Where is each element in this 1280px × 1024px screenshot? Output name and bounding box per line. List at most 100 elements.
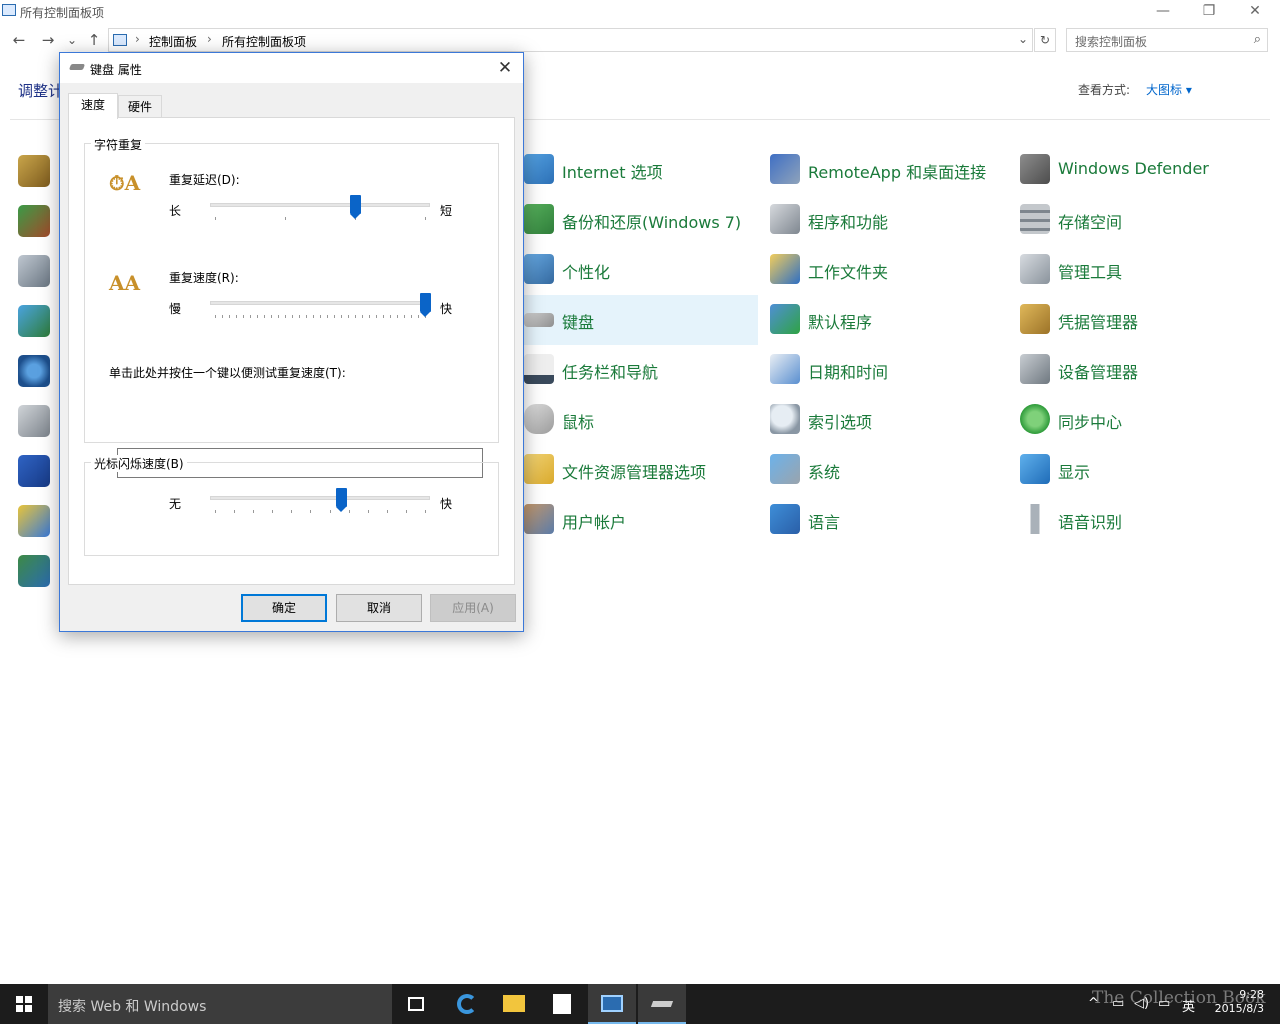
slider-tick xyxy=(425,217,426,220)
chevron-down-icon[interactable]: ⌄ xyxy=(1018,32,1028,46)
item-remoteapp[interactable]: RemoteApp 和桌面连接 xyxy=(766,145,1006,193)
slider-thumb[interactable] xyxy=(419,293,431,317)
slider-tick xyxy=(383,315,384,318)
breadcrumb-all-items[interactable]: 所有控制面板项 xyxy=(222,33,306,50)
slider-tick xyxy=(222,315,223,318)
control-panel-taskbar-button[interactable] xyxy=(588,984,636,1024)
refresh-button[interactable]: ↻ xyxy=(1034,28,1056,52)
repeat-rate-slider[interactable] xyxy=(210,293,431,331)
back-arrow-icon[interactable]: ← xyxy=(9,30,29,50)
store-button[interactable] xyxy=(538,984,586,1024)
firewall-icon[interactable] xyxy=(18,205,50,237)
tab-hardware[interactable]: 硬件 xyxy=(118,95,162,119)
ease-of-access-icon[interactable] xyxy=(18,355,50,387)
forward-arrow-icon[interactable]: → xyxy=(38,30,58,50)
network-center-icon[interactable] xyxy=(18,455,50,487)
slider-tick xyxy=(405,510,407,513)
phone-modem-icon[interactable] xyxy=(18,255,50,287)
task-view-icon xyxy=(408,997,424,1011)
item-speech-recognition[interactable]: 语音识别 xyxy=(1016,495,1256,543)
minimize-button[interactable]: — xyxy=(1140,0,1186,24)
item-user-accounts[interactable]: 用户帐户 xyxy=(520,495,758,543)
slider-tick xyxy=(257,315,258,318)
color-management-icon[interactable] xyxy=(18,505,50,537)
item-storage-spaces[interactable]: 存储空间 xyxy=(1016,195,1256,243)
address-bar[interactable]: › 控制面板 › 所有控制面板项 ⌄ xyxy=(108,28,1033,52)
dialog-close-button[interactable]: ✕ xyxy=(493,56,517,80)
credential-keys-icon[interactable] xyxy=(18,155,50,187)
vault-icon xyxy=(1020,304,1050,334)
keyboard-dialog-taskbar-button[interactable] xyxy=(638,984,686,1024)
slider-thumb[interactable] xyxy=(349,195,361,219)
item-label: 索引选项 xyxy=(808,413,873,432)
apply-button[interactable]: 应用(A) xyxy=(430,594,516,622)
item-credential-manager[interactable]: 凭据管理器 xyxy=(1016,295,1256,343)
control-panel-icon xyxy=(601,995,623,1012)
slider-track xyxy=(210,203,430,207)
taskbar-search-placeholder: 搜索 Web 和 Windows xyxy=(58,999,207,1015)
item-backup-restore[interactable]: 备份和还原(Windows 7) xyxy=(520,195,758,243)
recovery-icon[interactable] xyxy=(18,305,50,337)
slider-tick xyxy=(334,315,335,318)
item-taskbar-navigation[interactable]: 任务栏和导航 xyxy=(520,345,758,393)
store-bag-icon xyxy=(553,994,571,1014)
repeat-delay-slider[interactable] xyxy=(210,195,430,233)
item-display[interactable]: 显示 xyxy=(1016,445,1256,493)
item-label: 键盘 xyxy=(562,313,595,332)
item-label: 语音识别 xyxy=(1058,513,1123,532)
item-explorer-options[interactable]: 文件资源管理器选项 xyxy=(520,445,758,493)
close-button[interactable]: ✕ xyxy=(1232,0,1278,24)
default-programs-icon xyxy=(770,304,800,334)
rate-label: 重复速度(R): xyxy=(169,271,239,285)
item-device-manager[interactable]: 设备管理器 xyxy=(1016,345,1256,393)
item-work-folders[interactable]: 工作文件夹 xyxy=(766,245,1006,293)
search-input[interactable]: 搜索控制面板 ⌕ xyxy=(1066,28,1268,52)
item-internet-options[interactable]: Internet 选项 xyxy=(520,145,758,193)
item-sync-center[interactable]: 同步中心 xyxy=(1016,395,1256,443)
window-titlebar: 所有控制面板项 — ❐ ✕ xyxy=(0,0,1280,24)
cursor-blink-slider[interactable] xyxy=(210,488,430,526)
devices-printers-icon[interactable] xyxy=(18,405,50,437)
start-button[interactable] xyxy=(0,984,48,1024)
slider-tick xyxy=(313,315,314,318)
item-windows-defender[interactable]: Windows Defender xyxy=(1016,145,1256,193)
restore-button[interactable]: ❐ xyxy=(1186,0,1232,24)
up-arrow-icon[interactable]: ↑ xyxy=(84,30,104,50)
item-indexing-options[interactable]: 索引选项 xyxy=(766,395,1006,443)
item-default-programs[interactable]: 默认程序 xyxy=(766,295,1006,343)
file-explorer-button[interactable] xyxy=(490,984,538,1024)
slider-tick xyxy=(355,315,356,318)
breadcrumb-control-panel[interactable]: 控制面板 xyxy=(149,33,197,50)
slider-tick xyxy=(348,510,350,513)
item-label: 设备管理器 xyxy=(1058,363,1139,382)
char-repeat-group: 字符重复 xyxy=(84,136,499,443)
item-label: 凭据管理器 xyxy=(1058,313,1139,332)
control-panel-icon xyxy=(113,34,127,46)
item-date-time[interactable]: 日期和时间 xyxy=(766,345,1006,393)
slider-tick xyxy=(299,315,300,318)
item-system[interactable]: 系统 xyxy=(766,445,1006,493)
item-language[interactable]: 语言 xyxy=(766,495,1006,543)
task-view-button[interactable] xyxy=(392,984,440,1024)
recent-locations-icon[interactable]: ⌄ xyxy=(62,30,82,50)
ok-button[interactable]: 确定 xyxy=(241,594,327,622)
taskbar-search-box[interactable]: 搜索 Web 和 Windows xyxy=(48,984,392,1024)
autoplay-icon[interactable] xyxy=(18,555,50,587)
slider-tick xyxy=(243,315,244,318)
edge-browser-button[interactable] xyxy=(442,984,490,1024)
slider-tick xyxy=(215,315,216,318)
tab-panel: 字符重复 ⏱A 重复延迟(D): 长 短 AA 重复速度(R): 慢 快 单击此… xyxy=(68,117,515,585)
item-personalization[interactable]: 个性化 xyxy=(520,245,758,293)
item-programs-features[interactable]: 程序和功能 xyxy=(766,195,1006,243)
item-admin-tools[interactable]: 管理工具 xyxy=(1016,245,1256,293)
search-icon[interactable]: ⌕ xyxy=(1254,32,1261,47)
view-by-dropdown[interactable]: 大图标 ▾ xyxy=(1146,81,1192,98)
slider-thumb[interactable] xyxy=(335,488,347,512)
tab-speed[interactable]: 速度 xyxy=(68,93,118,119)
slider-tick xyxy=(306,315,307,318)
item-mouse[interactable]: 鼠标 xyxy=(520,395,758,443)
item-keyboard[interactable]: 键盘 xyxy=(520,295,758,345)
cancel-button[interactable]: 取消 xyxy=(336,594,422,622)
windows-logo-icon xyxy=(16,996,32,1012)
system-computer-icon xyxy=(770,454,800,484)
